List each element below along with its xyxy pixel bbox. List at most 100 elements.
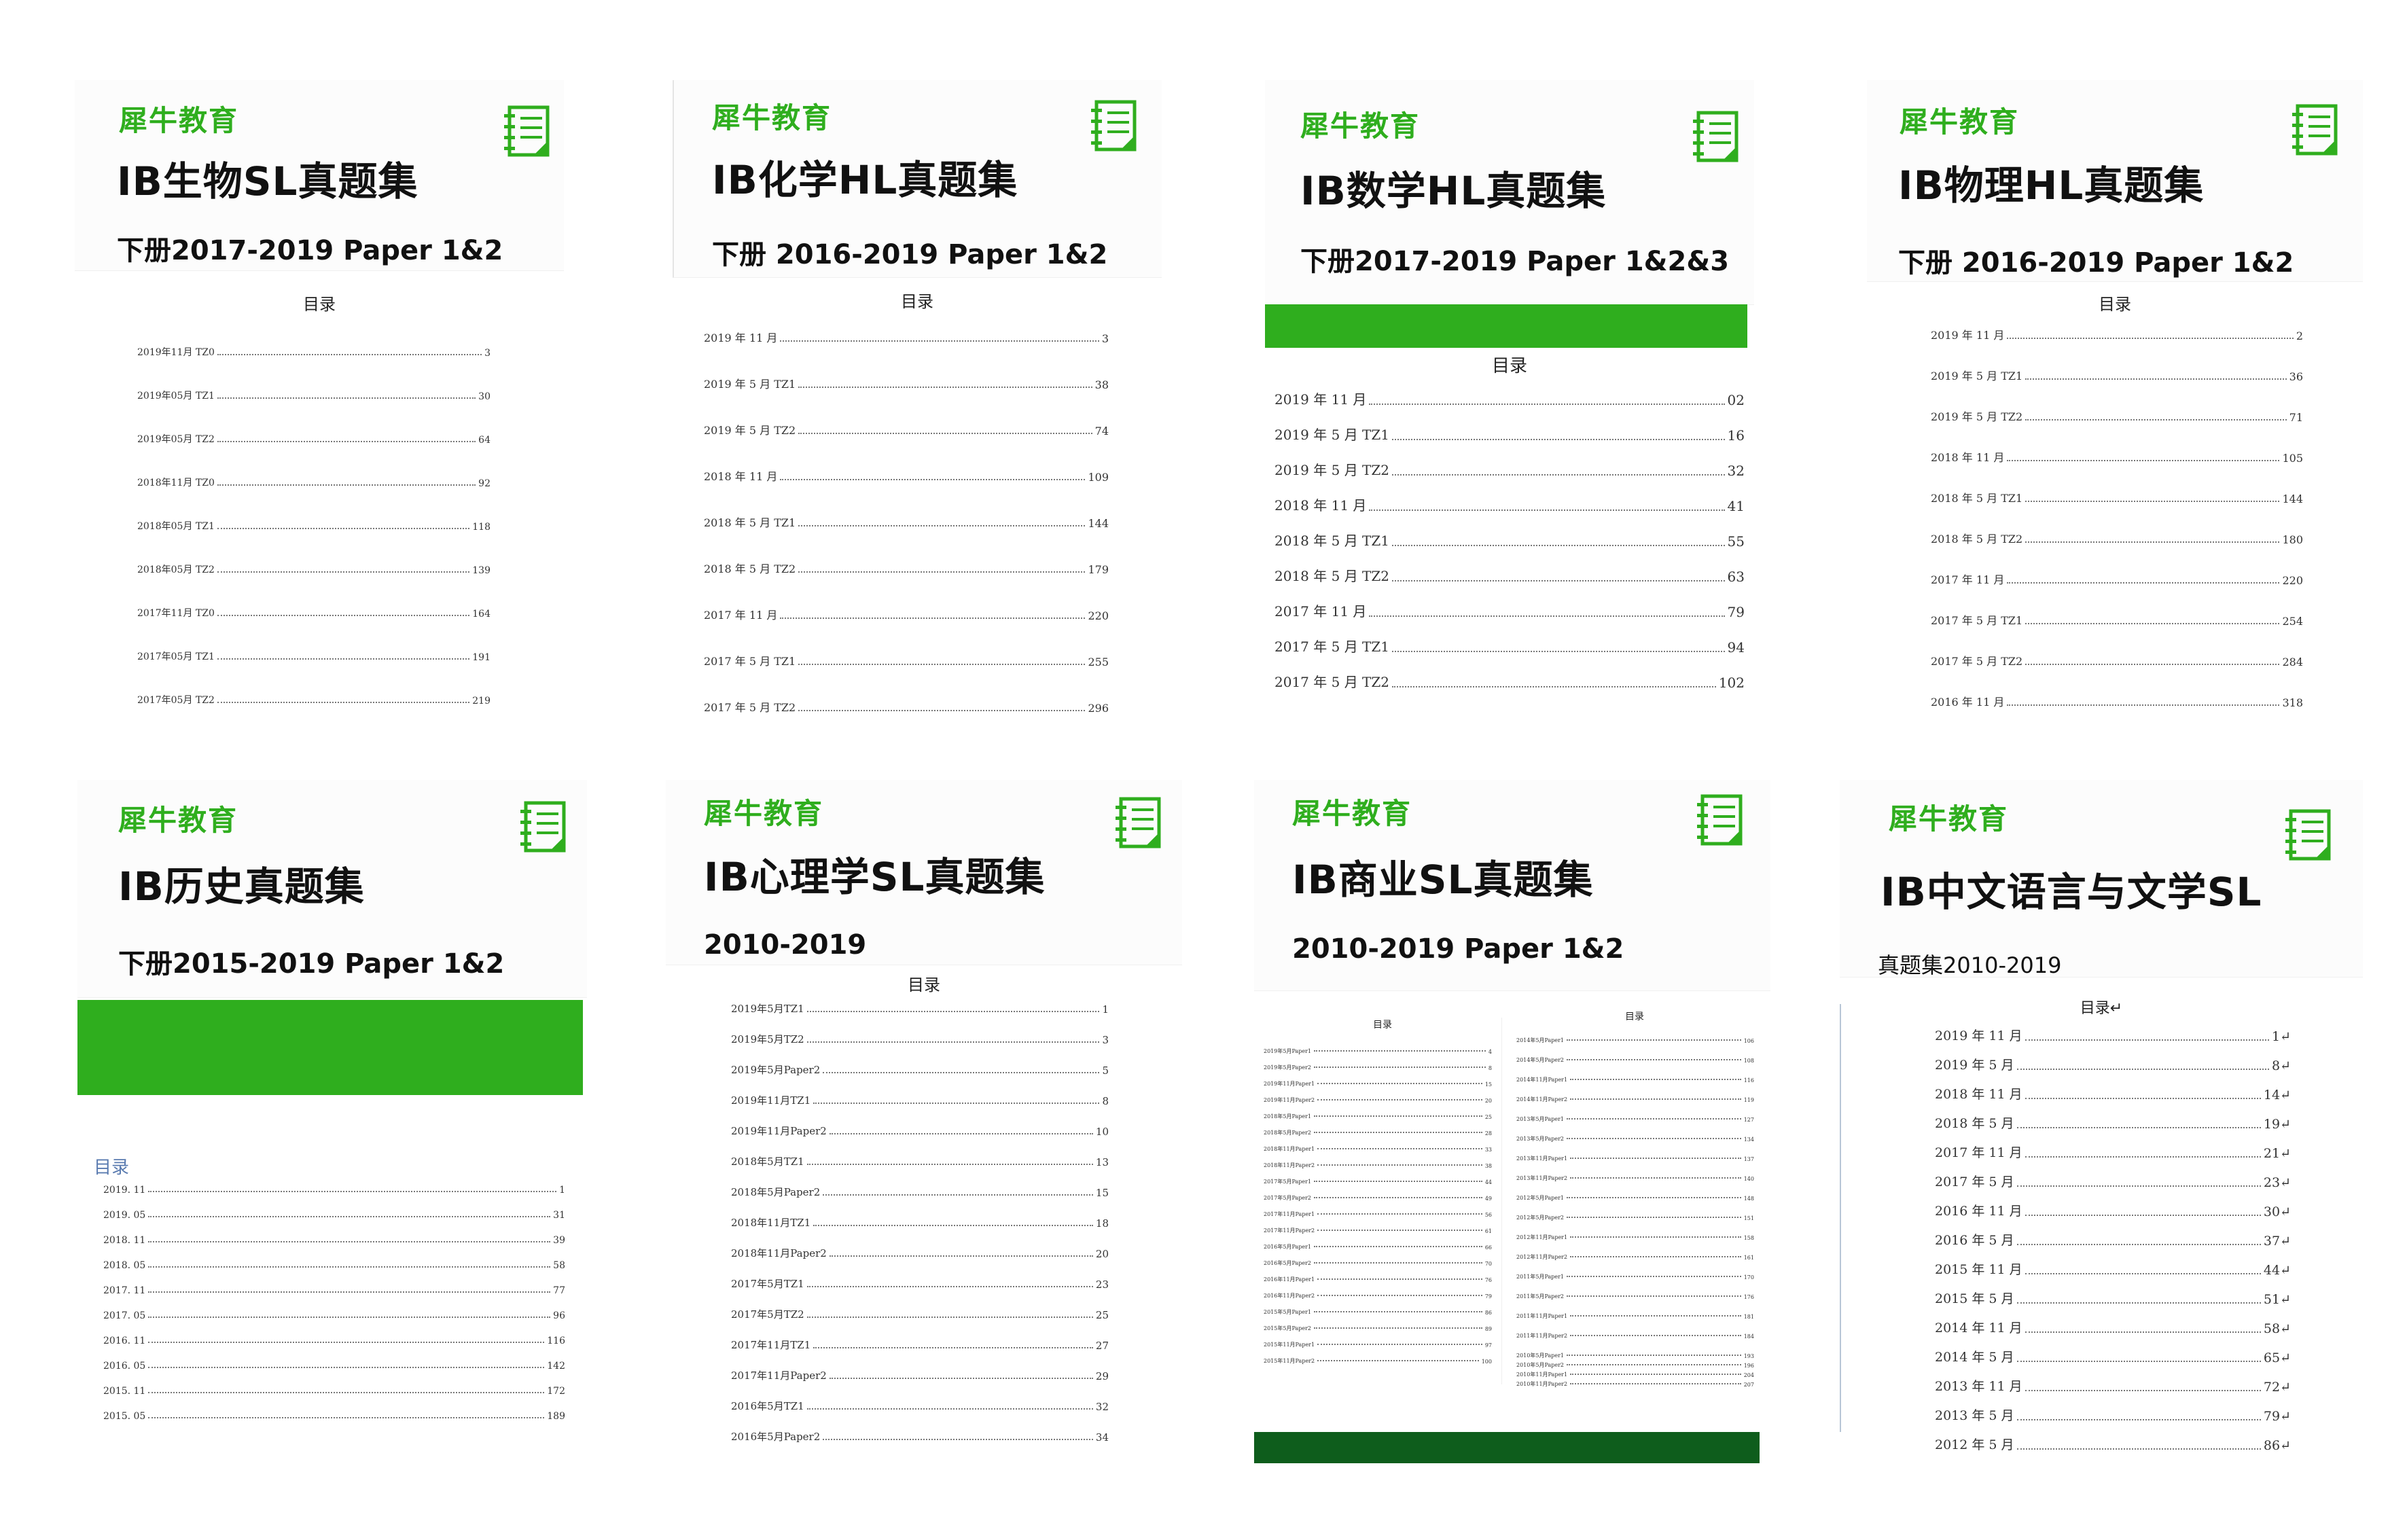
toc-entry: 2012年11月Paper2 161 [1516, 1254, 1754, 1261]
notebook-icon [504, 105, 550, 157]
toc-entry: 2018 年 11 月 41 [1274, 497, 1745, 514]
notebook-icon [1116, 797, 1161, 848]
toc-entry: 2017 年 5 月 TZ1 255 [704, 655, 1109, 668]
toc-entry: 2019年05月 TZ2 64 [137, 434, 491, 446]
cover-header: 犀牛教育 IB化学HL真题集 下册 2016-2019 Paper 1&2 [673, 80, 1162, 278]
cover-header: 犀牛教育 IB中文语言与文学SL 真题集2010-2019 [1840, 780, 2363, 978]
toc-entry: 2018. 11 39 [103, 1235, 565, 1246]
toc-list: 2019 年 11 月3 2019 年 5 月 TZ1 38 2019 年 5 月… [704, 329, 1109, 736]
toc-entry: 2018年05月 TZ1 118 [137, 521, 491, 533]
toc-entry: 2016年11月Paper1 76 [1264, 1276, 1492, 1283]
toc-entry: 2017年11月TZ1 27 [731, 1339, 1109, 1352]
brand-name: 犀牛教育 [1900, 105, 2020, 139]
toc-entry: 2018 年 11 月 109 [704, 470, 1109, 484]
toc-entry: 2016年5月Paper2 70 [1264, 1260, 1492, 1267]
toc-entry: 2018年11月TZ1 18 [731, 1217, 1109, 1230]
book-title: IB中文语言与文学SL [1880, 869, 2262, 915]
toc-entry: 2017年05月 TZ2 219 [137, 695, 491, 706]
toc-entry: 2015年5月Paper1 86 [1264, 1309, 1492, 1316]
toc-entry: 2019年11月Paper1 15 [1264, 1081, 1492, 1088]
book-title: IB商业SL真题集 [1292, 857, 1594, 903]
toc-entry: 2017 年 5 月 23↵ [1935, 1175, 2291, 1190]
book-subtitle: 2010-2019 [704, 929, 867, 961]
toc-list: 2019年11月 TZ0 3 2019年05月 TZ1 30 2019年05月 TZ… [137, 345, 491, 753]
toc-entry: 2015 年 11 月 44↵ [1935, 1262, 2291, 1278]
toc-entry: 2018年5月TZ1 13 [731, 1156, 1109, 1168]
book-card-business: 犀牛教育 IB商业SL真题集 2010-2019 Paper 1&2 目录 20… [1254, 780, 1770, 1466]
brand-name: 犀牛教育 [1889, 802, 2009, 836]
toc-entry: 2017年5月Paper1 44 [1264, 1179, 1492, 1185]
toc-entry: 2017年11月Paper2 29 [731, 1369, 1109, 1382]
toc-entry: 2014年11月Paper2 119 [1516, 1096, 1754, 1103]
brand-name: 犀牛教育 [118, 804, 238, 837]
toc-entry: 2017 年 11 月 220 [1931, 573, 2303, 587]
toc-entry: 2014 年 5 月 65↵ [1935, 1350, 2291, 1365]
book-card-chinese: 犀牛教育 IB中文语言与文学SL 真题集2010-2019 目录↵ 2019 年… [1840, 780, 2363, 1459]
toc-header: 目录 [908, 975, 940, 995]
toc-entry: 2016年5月Paper1 66 [1264, 1244, 1492, 1251]
toc-entry: 2018年11月Paper2 38 [1264, 1162, 1492, 1169]
toc-entry: 2019 年 11 月3 [704, 332, 1109, 345]
toc-header: 目录 [94, 1158, 130, 1178]
toc-entry: 2012年5月Paper1 148 [1516, 1195, 1754, 1202]
book-subtitle: 真题集2010-2019 [1878, 952, 2062, 978]
notebook-icon [520, 801, 566, 853]
toc-entry: 2016 年 11 月 318 [1931, 696, 2303, 709]
toc-entry: 2014年11月Paper1 116 [1516, 1077, 1754, 1084]
brand-name: 犀牛教育 [712, 101, 832, 135]
toc-entry: 2017年5月TZ1 23 [731, 1278, 1109, 1291]
toc-entry: 2017. 05 96 [103, 1310, 565, 1321]
toc-entry: 2011年11月Paper1 181 [1516, 1313, 1754, 1320]
book-title: IB历史真题集 [118, 863, 365, 910]
toc-entry: 2017年5月TZ2 25 [731, 1308, 1109, 1321]
toc-entry: 2016 年 5 月 37↵ [1935, 1233, 2291, 1249]
toc-list: 2019. 11 1 2019. 05 31 2018. 11 39 2018. 05… [103, 1185, 565, 1443]
toc-entry: 2018 年 5 月 TZ1 144 [704, 516, 1109, 530]
toc-entry: 2018. 05 58 [103, 1260, 565, 1271]
toc-entry: 2017 年 11 月 79 [1274, 603, 1745, 620]
toc-entry: 2017 年 11 月 21↵ [1935, 1145, 2291, 1161]
toc-entry: 2019年11月Paper2 10 [731, 1125, 1109, 1138]
toc-entry: 2016 年 11 月 30↵ [1935, 1204, 2291, 1219]
toc-entry: 2018年5月Paper2 28 [1264, 1130, 1492, 1136]
toc-entry: 2018 年 5 月 TZ2 63 [1274, 568, 1745, 585]
toc-entry: 2019年11月 TZ0 3 [137, 347, 491, 359]
toc-entry: 2019年05月 TZ1 30 [137, 391, 491, 402]
book-subtitle: 下册2015-2019 Paper 1&2 [118, 948, 505, 980]
toc-entry: 2014 年 11 月 58↵ [1935, 1321, 2291, 1336]
toc-entry: 2016年5月Paper2 34 [731, 1431, 1109, 1444]
notebook-icon [1091, 100, 1137, 151]
toc-entry: 2018 年 5 月 TZ1 144 [1931, 492, 2303, 505]
toc-entry: 2019年5月TZ2 3 [731, 1033, 1109, 1046]
toc-entry: 2013年11月Paper1 137 [1516, 1156, 1754, 1162]
toc-header: 目录 [1373, 1020, 1392, 1031]
toc-entry: 2017 年 5 月 TZ1 94 [1274, 639, 1745, 656]
toc-entry: 2019年5月Paper1 4 [1264, 1048, 1492, 1055]
book-title: IB化学HL真题集 [712, 157, 1018, 203]
book-title: IB生物SL真题集 [117, 158, 418, 204]
toc-entry: 2016. 11 116 [103, 1336, 565, 1346]
toc-entry: 2016年5月TZ1 32 [731, 1400, 1109, 1413]
toc-entry: 2011年11月Paper2 184 [1516, 1333, 1754, 1340]
toc-entry: 2011年5月Paper1 170 [1516, 1274, 1754, 1281]
toc-header: 目录↵ [2080, 1000, 2123, 1017]
toc-entry: 2019. 05 31 [103, 1210, 565, 1221]
toc-entry: 2019 年 11 月2 [1931, 329, 2303, 342]
toc-entry: 2019 年 5 月 8↵ [1935, 1058, 2291, 1073]
book-title: IB心理学SL真题集 [704, 854, 1046, 900]
toc-list: 2019 年 11 月 02 2019 年 5 月 TZ1 16 2019 年 5 … [1274, 389, 1745, 728]
book-subtitle: 2010-2019 Paper 1&2 [1292, 933, 1624, 965]
toc-entry: 2018 年 11 月 14↵ [1935, 1087, 2291, 1103]
toc-entry: 2012 年 5 月 86↵ [1935, 1437, 2291, 1453]
toc-entry: 2013年5月Paper1 127 [1516, 1116, 1754, 1123]
toc-entry: 2019 年 5 月 TZ2 74 [704, 424, 1109, 437]
toc-page-left: 目录 2019年5月Paper1 4 2019年5月Paper2 8 2019年11… [1264, 1018, 1502, 1384]
cover-header: 犀牛教育 IB历史真题集 下册2015-2019 Paper 1&2 [77, 780, 587, 998]
cover-header: 犀牛教育 IB生物SL真题集 下册2017-2019 Paper 1&2 [75, 80, 564, 271]
toc-entry: 2019 年 11 月 02 [1274, 391, 1745, 408]
book-card-psychology: 犀牛教育 IB心理学SL真题集 2010-2019 目录 2019年5月TZ1 1… [666, 780, 1182, 1466]
toc-entry: 2019 年 5 月 TZ2 32 [1274, 462, 1745, 479]
toc-header: 目录 [303, 295, 336, 314]
book-title: IB物理HL真题集 [1898, 162, 2205, 209]
toc-entry: 2018年5月Paper2 15 [731, 1186, 1109, 1199]
